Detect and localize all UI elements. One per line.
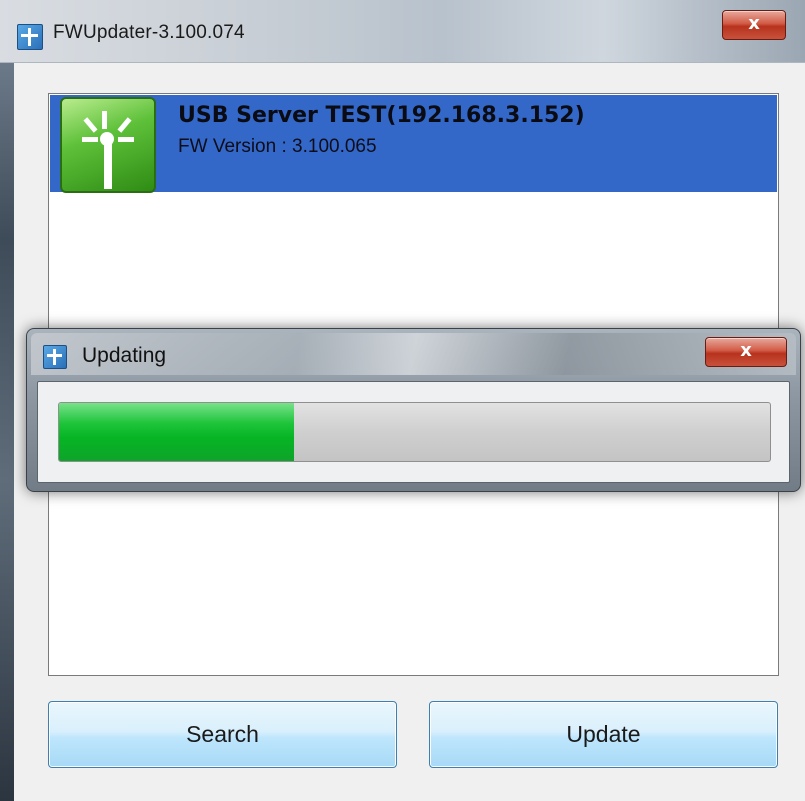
- app-icon: [17, 24, 43, 50]
- progress-fill: [59, 403, 294, 461]
- dialog-title: Updating: [82, 344, 167, 367]
- close-icon: x: [740, 340, 752, 361]
- dialog-close-button[interactable]: x: [705, 337, 787, 367]
- progress-bar: [58, 402, 771, 462]
- search-button[interactable]: Search: [48, 701, 397, 768]
- device-list-item[interactable]: USB Server TEST(192.168.3.152) FW Versio…: [50, 95, 777, 193]
- close-button[interactable]: x: [722, 10, 786, 40]
- device-name: USB Server TEST(192.168.3.152): [178, 103, 585, 128]
- device-fw-version: FW Version : 3.100.065: [178, 136, 377, 157]
- update-button[interactable]: Update: [429, 701, 778, 768]
- dialog-body: [37, 381, 790, 483]
- dialog-app-icon: [43, 345, 67, 369]
- window-title: FWUpdater-3.100.074: [53, 22, 245, 43]
- main-titlebar[interactable]: FWUpdater-3.100.074 x: [0, 0, 805, 63]
- updating-dialog: Updating x: [26, 328, 801, 492]
- close-icon: x: [748, 13, 760, 34]
- antenna-icon: [60, 97, 156, 193]
- desktop-background: [0, 0, 14, 801]
